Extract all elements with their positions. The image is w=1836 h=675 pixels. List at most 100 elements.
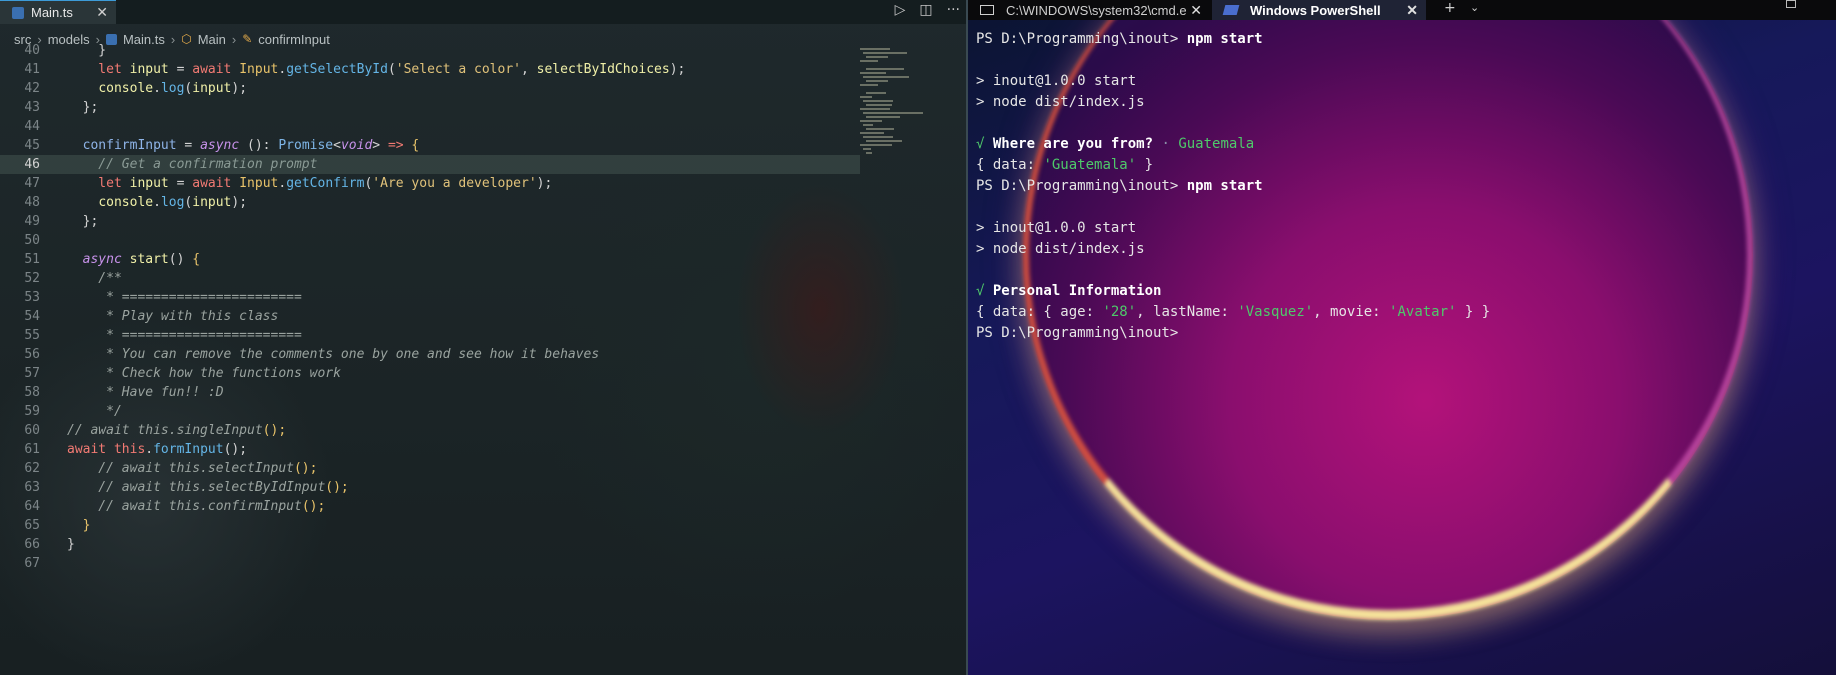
code-token: }; bbox=[67, 214, 99, 229]
code-line[interactable]: 48 console.log(input); bbox=[0, 193, 860, 212]
tab-cmd[interactable]: C:\WINDOWS\system32\cmd.e ✕ bbox=[968, 0, 1210, 20]
split-editor-icon[interactable]: ◫ bbox=[919, 2, 932, 18]
tab-powershell-label: Windows PowerShell bbox=[1250, 2, 1381, 18]
close-tab-button[interactable]: ✕ bbox=[1190, 2, 1202, 19]
code-line[interactable]: 64 // await this.confirmInput(); bbox=[0, 497, 860, 516]
minimap[interactable] bbox=[860, 48, 956, 188]
minimap-line bbox=[866, 152, 872, 154]
code-line[interactable]: 52 /** bbox=[0, 269, 860, 288]
line-number: 65 bbox=[24, 518, 40, 533]
chevron-down-icon[interactable]: ⌄ bbox=[1470, 1, 1479, 14]
code-line[interactable]: 51 async start() { bbox=[0, 250, 860, 269]
code-token: getConfirm bbox=[286, 176, 365, 191]
code-line[interactable]: 60 // await this.singleInput(); bbox=[0, 421, 860, 440]
new-tab-button[interactable]: + bbox=[1444, 0, 1456, 16]
code-line[interactable]: 44 bbox=[0, 117, 860, 136]
code-token: void bbox=[340, 138, 373, 153]
code-token: } bbox=[67, 537, 75, 552]
tab-powershell[interactable]: Windows PowerShell ✕ bbox=[1212, 0, 1426, 20]
code-token: 'Select a color' bbox=[395, 62, 521, 77]
code-line[interactable]: 66} bbox=[0, 535, 860, 554]
code-token: { bbox=[411, 138, 420, 153]
code-token: (): bbox=[239, 138, 279, 153]
terminal-text: Personal Information bbox=[992, 283, 1162, 299]
code-line[interactable]: 45 confirmInput = async (): Promise<void… bbox=[0, 136, 860, 155]
terminal-line: √ Personal Information bbox=[976, 281, 1490, 302]
code-line[interactable]: 58 * Have fun!! :D bbox=[0, 383, 860, 402]
code-line[interactable]: 65 } bbox=[0, 516, 860, 535]
terminal-pane[interactable]: C:\WINDOWS\system32\cmd.e ✕ Windows Powe… bbox=[968, 0, 1836, 675]
terminal-text: Where are you from? bbox=[992, 136, 1154, 152]
line-text: async start() { bbox=[67, 250, 200, 269]
code-line[interactable]: 53 * ======================= bbox=[0, 288, 860, 307]
terminal-text: Guatemala bbox=[1178, 136, 1255, 152]
code-line[interactable]: 42 console.log(input); bbox=[0, 79, 860, 98]
code-line[interactable]: 61 await this.formInput(); bbox=[0, 440, 860, 459]
code-line[interactable]: 41 let input = await Input.getSelectById… bbox=[0, 60, 860, 79]
code-token: ); bbox=[231, 81, 248, 96]
more-actions-icon[interactable]: ··· bbox=[947, 2, 960, 18]
code-token: // await this.selectInput bbox=[67, 461, 294, 476]
line-number: 62 bbox=[24, 461, 40, 476]
code-token: = bbox=[168, 62, 193, 77]
code-token: * Check how the functions work bbox=[67, 366, 341, 381]
code-token: 'Are you a developer' bbox=[372, 176, 537, 191]
line-number: 45 bbox=[24, 138, 40, 153]
line-text: // await this.selectInput(); bbox=[67, 459, 317, 478]
code-line[interactable]: 47 let input = await Input.getConfirm('A… bbox=[0, 174, 860, 193]
code-token: console bbox=[98, 81, 154, 96]
run-icon[interactable]: ▷ bbox=[895, 2, 906, 18]
minimap-line bbox=[860, 96, 872, 98]
line-text: } bbox=[67, 535, 75, 554]
code-line[interactable]: 56 * You can remove the comments one by … bbox=[0, 345, 860, 364]
code-line[interactable]: 54 * Play with this class bbox=[0, 307, 860, 326]
terminal-line: PS D:\Programming\inout> bbox=[976, 323, 1490, 344]
code-line[interactable]: 57 * Check how the functions work bbox=[0, 364, 860, 383]
code-line[interactable]: 62 // await this.selectInput(); bbox=[0, 459, 860, 478]
code-editor-pane[interactable]: Main.ts ✕ ▷ ◫ ··· src › models › Main.ts… bbox=[0, 0, 966, 675]
line-text: // await this.confirmInput(); bbox=[67, 497, 325, 516]
code-line[interactable]: 49 }; bbox=[0, 212, 860, 231]
code-token: await bbox=[192, 62, 240, 77]
code-line[interactable]: 50 bbox=[0, 231, 860, 250]
tab-cmd-label: C:\WINDOWS\system32\cmd.e bbox=[1006, 2, 1187, 18]
close-tab-button[interactable]: ✕ bbox=[1406, 2, 1418, 19]
code-line[interactable]: 46 // Get a confirmation prompt bbox=[0, 155, 860, 174]
powershell-icon bbox=[1222, 5, 1240, 15]
code-token: . bbox=[153, 81, 161, 96]
typescript-file-icon bbox=[12, 6, 24, 19]
minimap-line bbox=[866, 68, 904, 70]
code-line[interactable]: 59 */ bbox=[0, 402, 860, 421]
terminal-text: √ bbox=[976, 283, 993, 299]
close-tab-button[interactable]: ✕ bbox=[96, 4, 108, 21]
code-line[interactable]: 40 } bbox=[0, 41, 860, 60]
code-token: // await this.selectByIdInput bbox=[67, 480, 326, 495]
code-token: let bbox=[67, 62, 130, 77]
code-line[interactable]: 67 bbox=[0, 554, 860, 573]
code-token: selectByIdChoices bbox=[536, 62, 670, 77]
code-token: // Get a confirmation prompt bbox=[67, 157, 318, 172]
code-line[interactable]: 63 // await this.selectByIdInput(); bbox=[0, 478, 860, 497]
code-token: . bbox=[145, 442, 154, 457]
minimap-line bbox=[863, 148, 871, 150]
code-line[interactable]: 43 }; bbox=[0, 98, 860, 117]
restore-window-icon[interactable] bbox=[1786, 0, 1796, 8]
line-text: * ======================= bbox=[67, 288, 302, 307]
line-text: confirmInput = async (): Promise<void> =… bbox=[67, 136, 420, 155]
minimap-line bbox=[866, 128, 894, 130]
code-area[interactable]: 40 } 41 let input = await Input.getSelect… bbox=[0, 41, 860, 573]
tab-main-ts[interactable]: Main.ts ✕ bbox=[0, 0, 116, 24]
terminal-output[interactable]: PS D:\Programming\inout> npm start > inou… bbox=[976, 29, 1490, 344]
terminal-text: > node dist/index.js bbox=[976, 241, 1145, 257]
code-line[interactable]: 55 * ======================= bbox=[0, 326, 860, 345]
line-text: console.log(input); bbox=[67, 193, 247, 212]
code-token: (); bbox=[301, 499, 326, 514]
code-token: * You can remove the comments one by one… bbox=[67, 347, 600, 362]
line-number: 64 bbox=[24, 499, 40, 514]
code-token: . bbox=[153, 195, 161, 210]
terminal-tab-bar: C:\WINDOWS\system32\cmd.e ✕ Windows Powe… bbox=[968, 0, 1836, 20]
terminal-icon bbox=[980, 5, 994, 15]
terminal-text: npm start bbox=[1186, 178, 1263, 194]
